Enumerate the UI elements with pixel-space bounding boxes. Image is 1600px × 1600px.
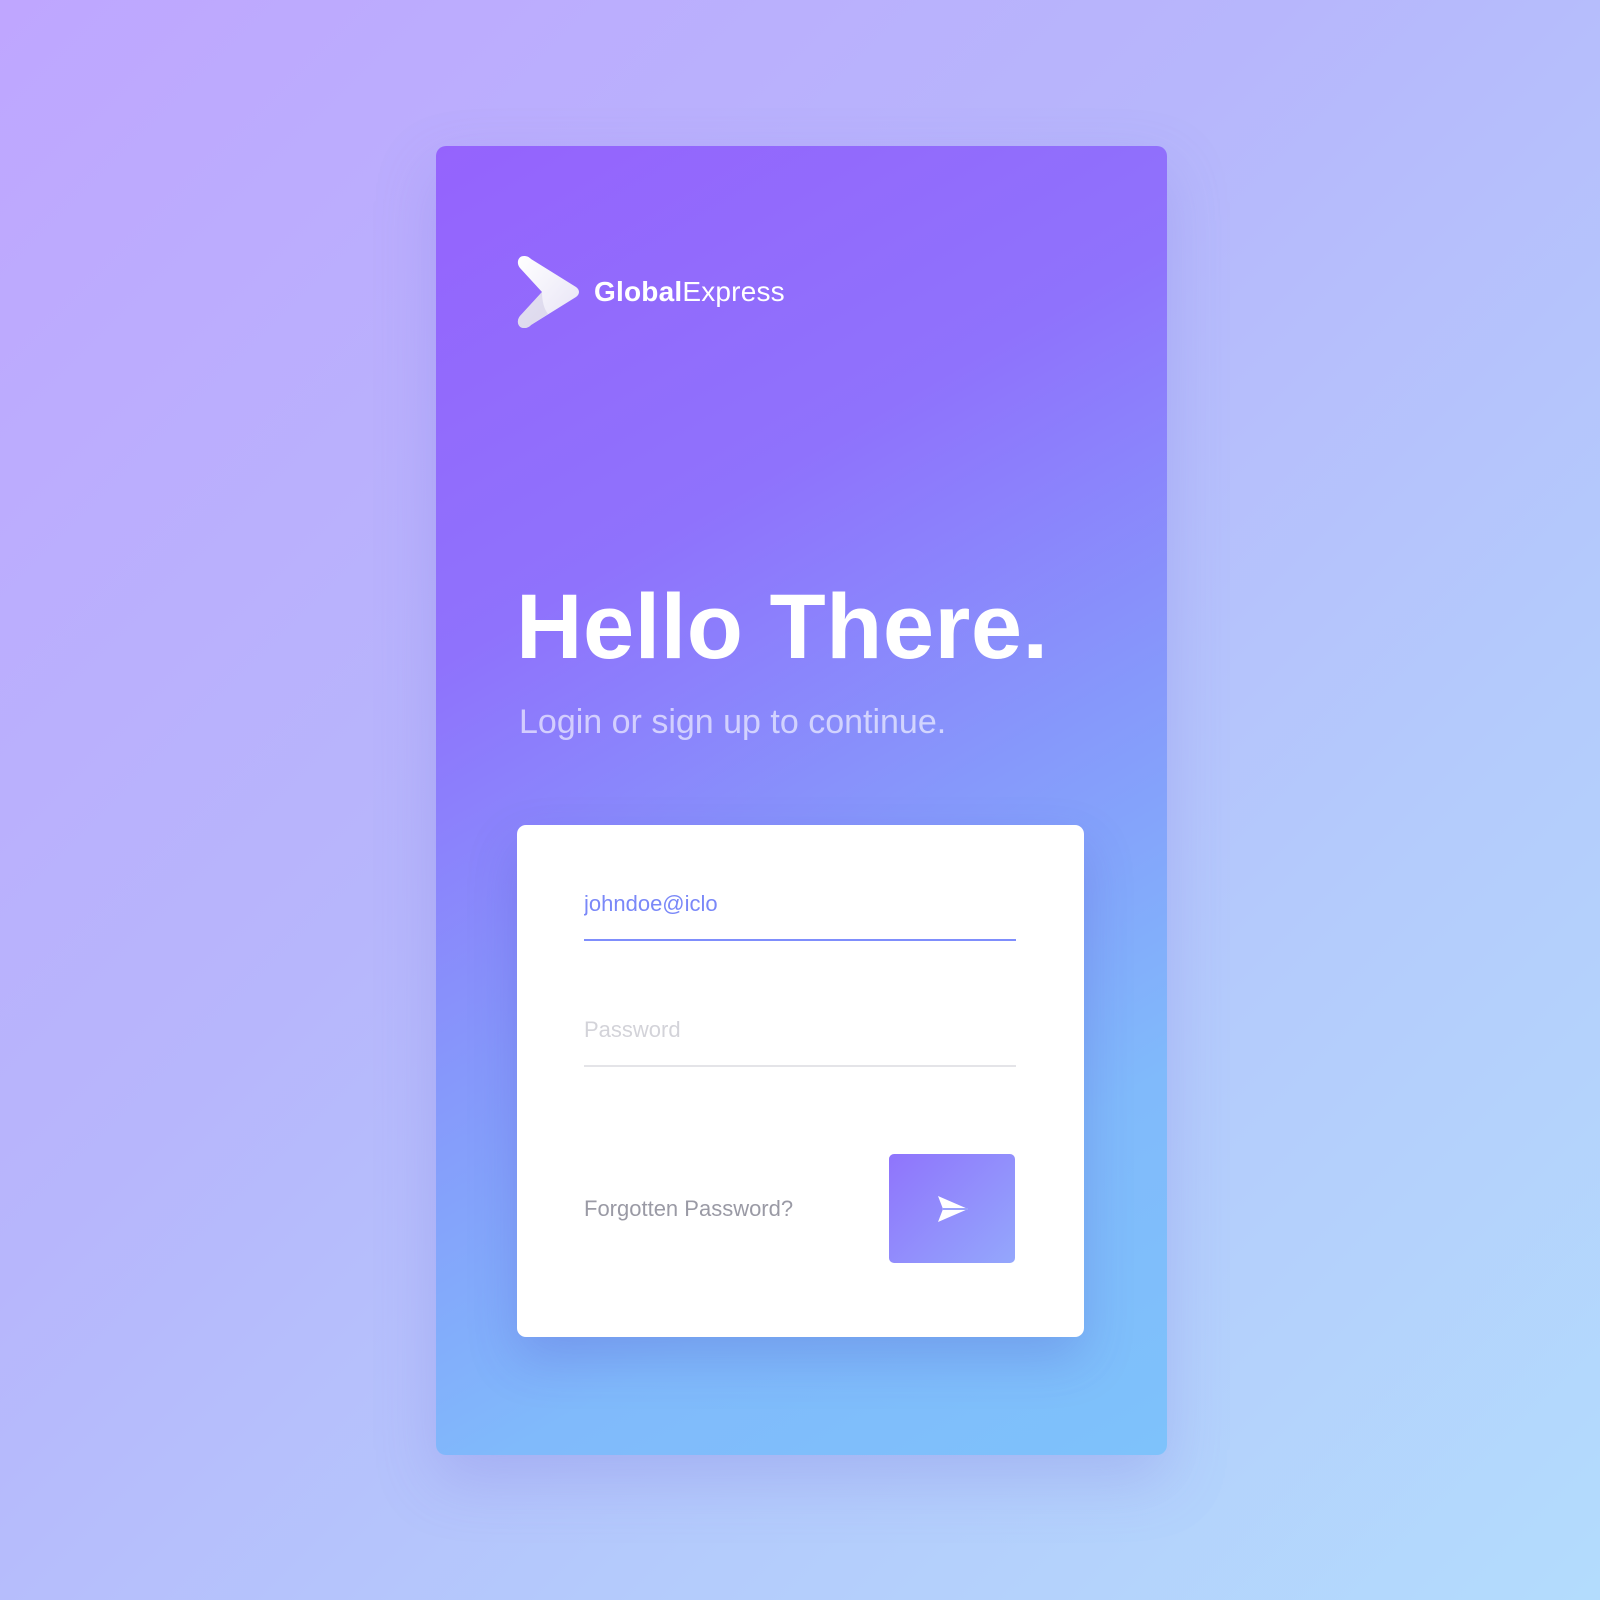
tab-login[interactable]: Login [685, 1278, 748, 1306]
page-subtitle: Login or sign up to continue. [519, 703, 947, 741]
page-title: Hello There. [516, 576, 1049, 678]
submit-button[interactable] [889, 1154, 1015, 1263]
brand-logo: GlobalExpress [516, 254, 785, 330]
email-field [584, 875, 1016, 941]
tab-register[interactable]: Register [832, 1278, 918, 1306]
email-input[interactable] [584, 889, 1016, 919]
send-icon [938, 1196, 968, 1222]
login-card: GlobalExpress Hello There. Login or sign… [436, 146, 1167, 1455]
password-input[interactable] [584, 1015, 1016, 1045]
tab-divider [788, 1280, 790, 1304]
arrow-chevron-logo-icon [517, 256, 579, 328]
brand-name: GlobalExpress [594, 276, 785, 308]
login-form: Forgotten Password? [517, 825, 1084, 1337]
auth-tabs: Login Register [436, 1274, 1167, 1314]
brand-name-bold: Global [594, 276, 683, 307]
forgotten-password-link[interactable]: Forgotten Password? [584, 1195, 793, 1223]
password-field [584, 1001, 1016, 1067]
brand-name-light: Express [682, 276, 785, 307]
